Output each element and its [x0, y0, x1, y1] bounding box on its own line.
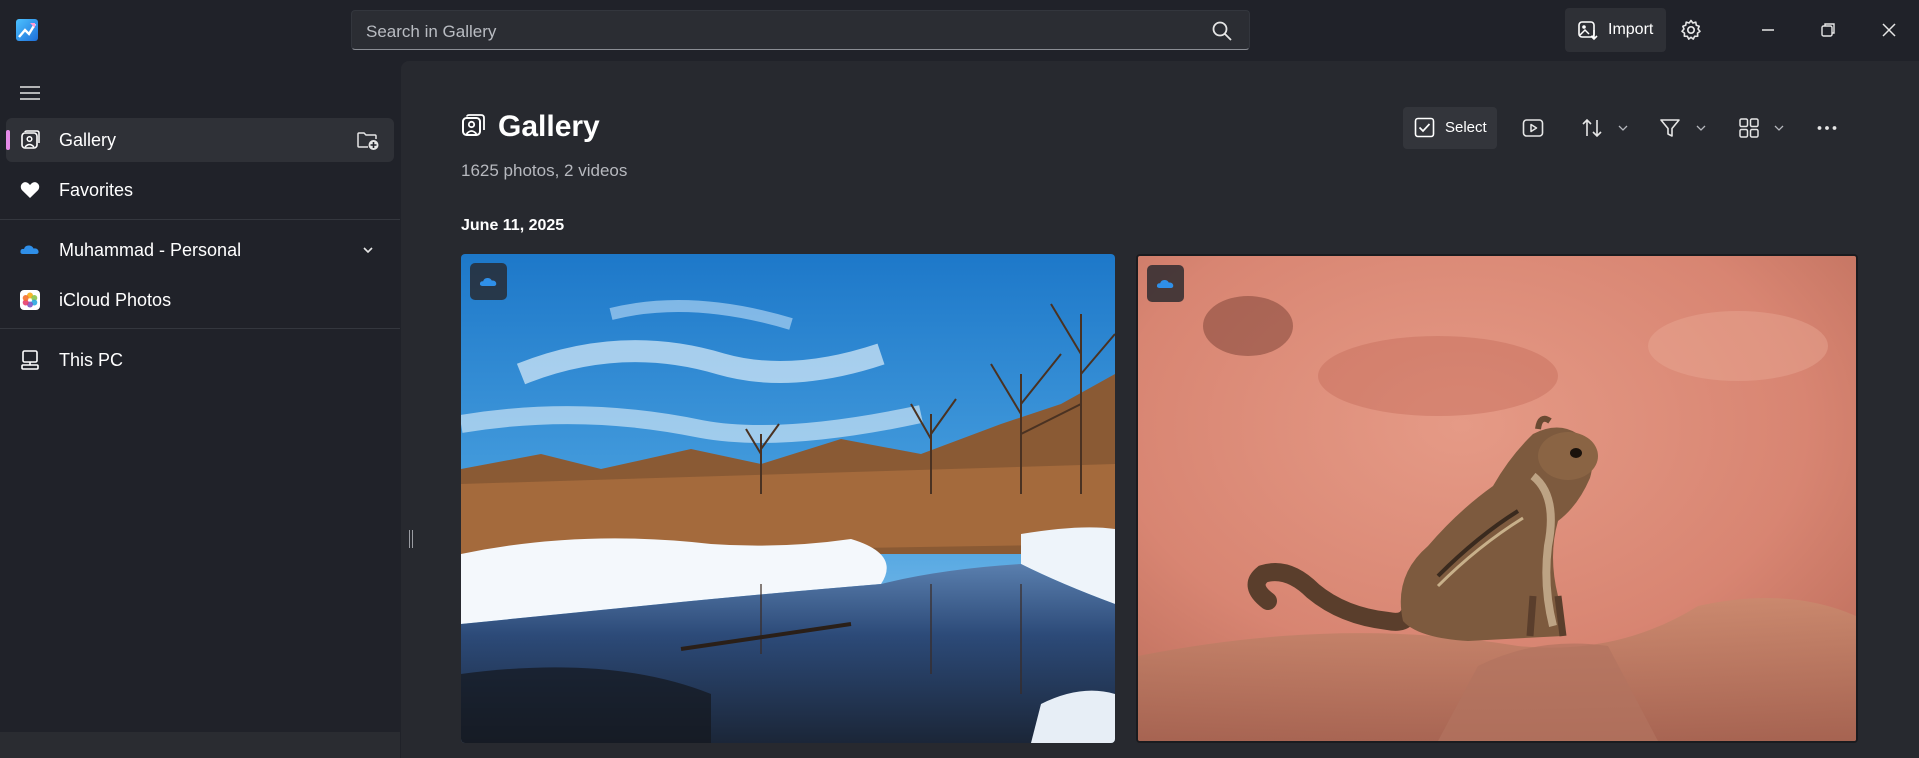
photo-thumbnail[interactable] — [1136, 254, 1858, 743]
sidebar-footer — [0, 732, 400, 758]
hamburger-menu-icon[interactable] — [18, 82, 42, 104]
computer-icon — [21, 350, 39, 370]
photos-app-logo — [16, 19, 38, 41]
sidebar-item-onedrive-personal[interactable]: Muhammad - Personal — [6, 228, 394, 272]
search-box[interactable]: Search in Gallery — [351, 10, 1250, 50]
gallery-icon — [462, 114, 485, 136]
onedrive-cloud-icon — [479, 277, 497, 286]
selection-indicator — [6, 130, 10, 150]
cloud-status-badge — [470, 263, 507, 300]
sort-icon[interactable] — [1580, 116, 1604, 140]
import-icon — [1578, 21, 1598, 41]
settings-gear-icon[interactable] — [1679, 18, 1703, 42]
select-label: Select — [1445, 119, 1487, 136]
sidebar-divider — [0, 219, 400, 220]
select-button[interactable]: Select — [1403, 107, 1497, 149]
onedrive-cloud-icon — [1156, 279, 1174, 288]
squirrel-photo — [1138, 256, 1856, 741]
checkbox-icon — [1414, 117, 1435, 138]
sidebar-item-label: This PC — [59, 350, 124, 370]
page-title: Gallery — [498, 110, 600, 143]
cloud-status-badge — [1147, 265, 1184, 302]
sidebar-item-this-pc[interactable]: This PC — [6, 338, 394, 382]
sidebar-item-icloud-photos[interactable]: iCloud Photos — [6, 278, 394, 322]
search-icon[interactable] — [1211, 20, 1233, 42]
minimize-icon[interactable] — [1754, 16, 1782, 44]
heart-icon — [20, 182, 40, 198]
search-input[interactable]: Search in Gallery — [366, 22, 496, 42]
title-bar: Search in Gallery Import — [0, 0, 1919, 60]
add-folder-icon[interactable] — [356, 129, 380, 151]
restore-icon[interactable] — [1814, 16, 1842, 44]
pane-resize-handle[interactable] — [408, 530, 414, 548]
date-group-header: June 11, 2025 — [461, 217, 565, 234]
sidebar-item-label: Muhammad - Personal — [59, 240, 242, 260]
gallery-icon — [21, 130, 40, 149]
sidebar-item-favorites[interactable]: Favorites — [6, 168, 394, 212]
sidebar-item-gallery[interactable]: Gallery — [6, 118, 394, 162]
slideshow-icon[interactable] — [1521, 116, 1545, 140]
import-button[interactable]: Import — [1565, 8, 1666, 52]
import-label: Import — [1608, 21, 1654, 38]
sidebar-item-label: Gallery — [59, 130, 117, 150]
sidebar-item-label: Favorites — [59, 180, 134, 200]
winter-river-photo — [461, 254, 1115, 743]
photo-thumbnail[interactable] — [461, 254, 1115, 743]
icloud-photos-icon — [20, 290, 40, 310]
filter-chevron-down-icon[interactable] — [1696, 124, 1706, 132]
sidebar: Gallery Favorites Muhammad - Personal iC… — [0, 60, 400, 758]
close-icon[interactable] — [1875, 16, 1903, 44]
chevron-down-icon[interactable] — [356, 239, 380, 261]
media-count: 1625 photos, 2 videos — [461, 161, 628, 180]
more-options-icon[interactable] — [1815, 116, 1839, 140]
view-chevron-down-icon[interactable] — [1774, 124, 1784, 132]
onedrive-cloud-icon — [20, 245, 39, 254]
sidebar-divider — [0, 328, 400, 329]
sort-chevron-down-icon[interactable] — [1618, 124, 1628, 132]
sidebar-item-label: iCloud Photos — [59, 290, 172, 310]
filter-icon[interactable] — [1658, 116, 1682, 140]
view-layout-icon[interactable] — [1737, 116, 1761, 140]
